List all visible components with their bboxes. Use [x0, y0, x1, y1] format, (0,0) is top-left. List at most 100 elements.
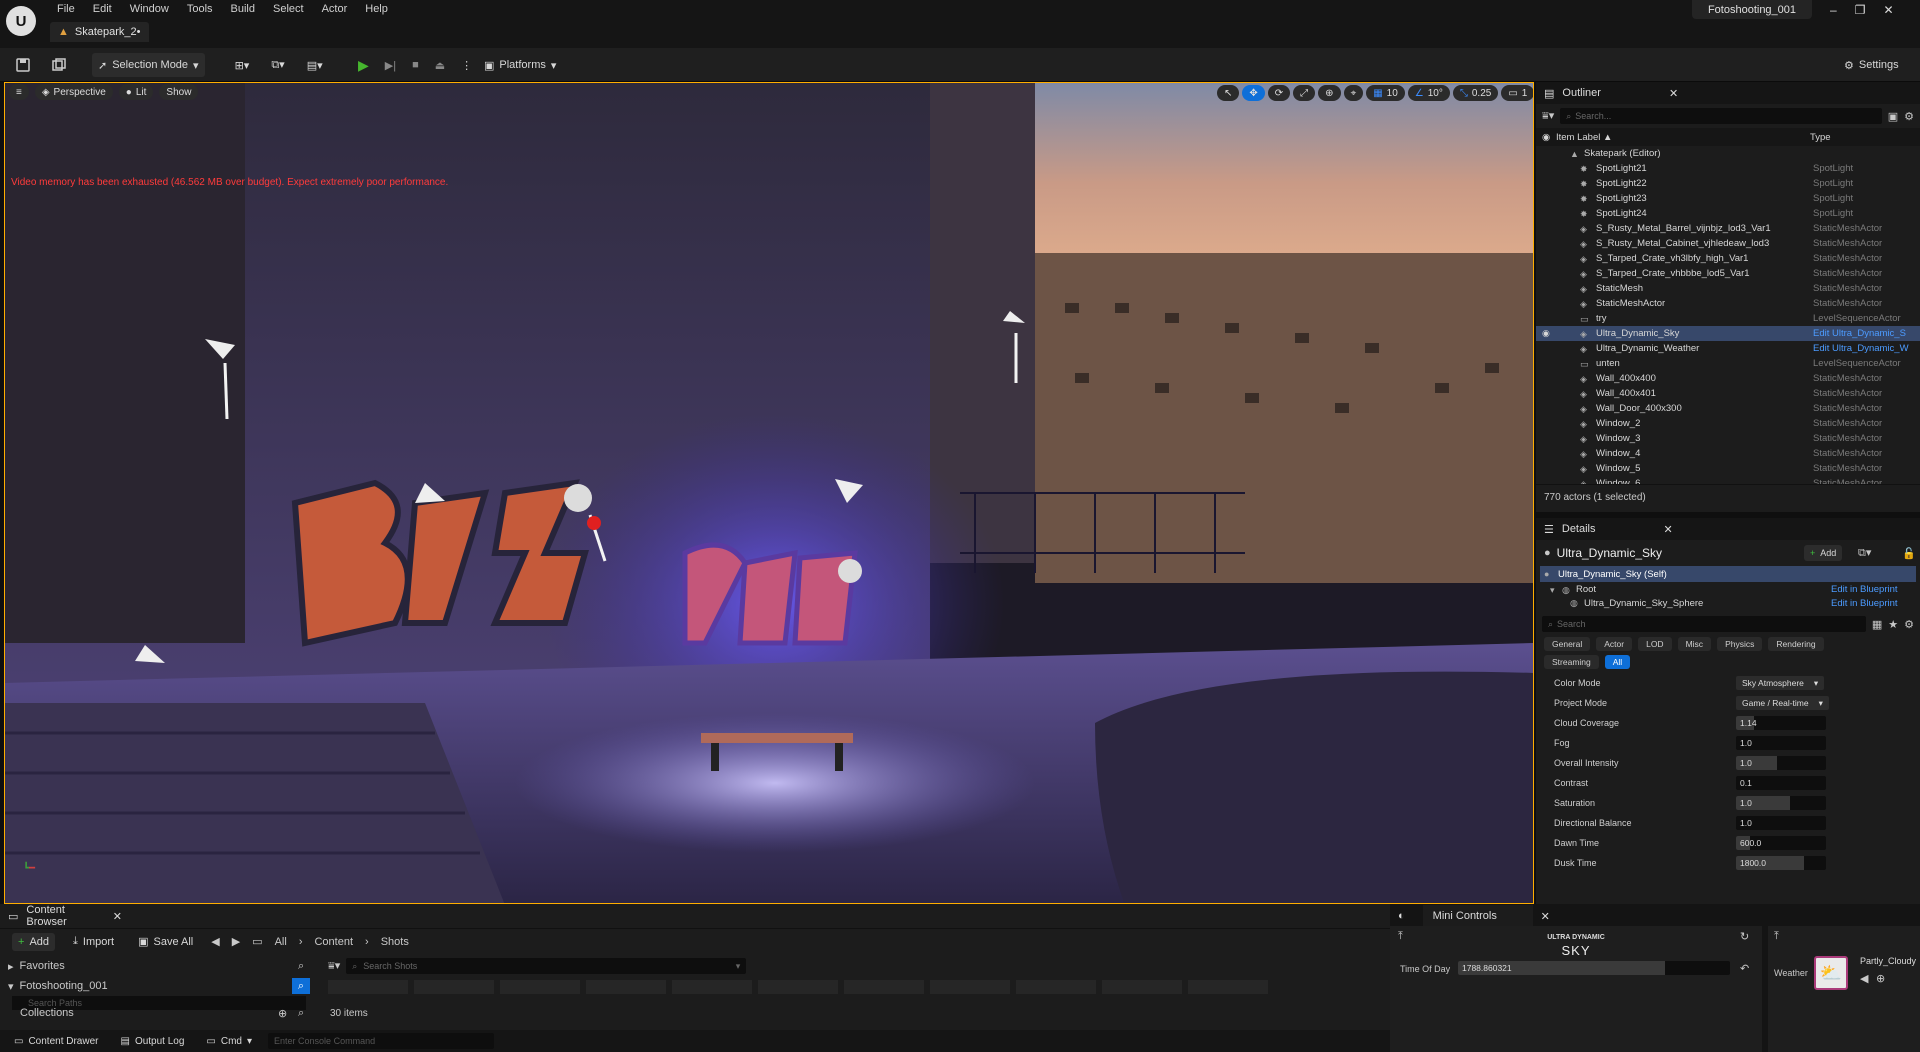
outliner-row[interactable]: ◈ S_Tarped_Crate_vh3lbfy_high_Var1 StaticM… — [1536, 251, 1920, 266]
outliner-row[interactable]: ◈ StaticMeshActor StaticMeshActor — [1536, 296, 1920, 311]
menu-select[interactable]: Select — [264, 3, 313, 15]
visibility-eye-icon[interactable]: ◉ — [1542, 328, 1550, 339]
search-button[interactable]: ⌕ — [292, 978, 310, 994]
close-tab-icon[interactable]: ✕ — [1664, 523, 1673, 536]
outliner-row[interactable]: ◈ S_Rusty_Metal_Barrel_vijnbjz_lod3_Var1 S… — [1536, 221, 1920, 236]
add-collection-icon[interactable]: ⊕ — [278, 1007, 287, 1020]
console-input[interactable]: Enter Console Command — [268, 1033, 495, 1049]
filter-icon[interactable]: ⩸▾ — [1542, 109, 1554, 123]
minimize-button[interactable]: – — [1830, 3, 1837, 17]
component-root-row[interactable]: ▾ ◍ Root Edit in Blueprint — [1536, 582, 1920, 597]
outliner-row[interactable]: ✸ SpotLight24 SpotLight — [1536, 206, 1920, 221]
level-viewport[interactable]: ≡ ◈ Perspective ● Lit Show ↖ ✥ ⟳ ⤢ ⊕ ⌖ ▦… — [4, 82, 1534, 904]
gear-icon[interactable]: ⚙ — [1904, 618, 1914, 631]
outliner-row[interactable]: ▭ unten LevelSequenceActor — [1536, 356, 1920, 371]
world-space-icon[interactable]: ⊕ — [1318, 85, 1341, 101]
select-tool-icon[interactable]: ↖ — [1217, 85, 1240, 101]
outliner-row[interactable]: ◈ Wall_400x401 StaticMeshActor — [1536, 386, 1920, 401]
menu-build[interactable]: Build — [222, 3, 264, 15]
outliner-row[interactable]: ▭ try LevelSequenceActor — [1536, 311, 1920, 326]
asset-tile[interactable] — [844, 980, 924, 994]
chevron-down-icon[interactable]: ▾ — [736, 961, 741, 972]
browse-icon[interactable] — [46, 53, 72, 77]
rotation-snap-button[interactable]: ∠ 10° — [1407, 85, 1450, 101]
reset-icon[interactable]: ↶ — [1740, 962, 1749, 975]
asset-tile[interactable] — [586, 980, 666, 994]
scene-render[interactable] — [5, 83, 1534, 904]
settings-button[interactable]: ⚙ Settings — [1838, 53, 1905, 77]
scale-snap-button[interactable]: ⤡ 0.25 — [1452, 85, 1499, 101]
time-of-day-slider[interactable]: 1788.860321 — [1458, 961, 1730, 975]
more-options-icon[interactable]: ⋮ — [455, 53, 478, 77]
surface-snap-icon[interactable]: ⌖ — [1343, 85, 1364, 101]
blueprint-button[interactable]: ⧉▾ — [265, 53, 290, 77]
outliner-root-row[interactable]: ▲ Skatepark (Editor) — [1536, 146, 1920, 161]
eject-button[interactable]: ⏏ — [429, 53, 451, 77]
selection-mode-dropdown[interactable]: ➚ Selection Mode ▾ — [92, 53, 205, 77]
weather-value[interactable]: Partly_Cloudy — [1860, 956, 1916, 966]
content-browser-tab[interactable]: ▭ Content Browser ✕ — [0, 904, 130, 928]
asset-tile[interactable] — [672, 980, 752, 994]
outliner-tab[interactable]: ▤ Outliner ✕ — [1536, 82, 1920, 104]
breadcrumb-shots[interactable]: Shots — [381, 936, 409, 948]
content-drawer-button[interactable]: ▭ Content Drawer — [8, 1032, 104, 1050]
asset-tile[interactable] — [930, 980, 1010, 994]
cb-search-input[interactable]: ⌕ Search Shots ▾ — [346, 958, 747, 974]
item-label-header[interactable]: Item Label ▲ — [1556, 132, 1612, 143]
outliner-row[interactable]: ◈ StaticMesh StaticMeshActor — [1536, 281, 1920, 296]
outliner-row[interactable]: ◈ Window_2 StaticMeshActor — [1536, 416, 1920, 431]
outliner-row[interactable]: ✸ SpotLight21 SpotLight — [1536, 161, 1920, 176]
stop-button[interactable]: ■ — [406, 53, 425, 77]
pin-icon[interactable]: ⤒ — [1774, 930, 1779, 943]
details-search-input[interactable]: ⌕ Search — [1542, 616, 1866, 632]
maximize-button[interactable]: ❐ — [1855, 3, 1866, 17]
cinematics-button[interactable]: ▤▾ — [301, 53, 329, 77]
viewport-menu-button[interactable]: ≡ — [9, 84, 29, 100]
asset-tile[interactable] — [1188, 980, 1268, 994]
weather-thumbnail[interactable]: ⛅ — [1814, 956, 1848, 990]
outliner-row[interactable]: ◈ Ultra_Dynamic_Weather Edit Ultra_Dynamic… — [1536, 341, 1920, 356]
outliner-search-input[interactable]: ⌕ Search... — [1560, 108, 1882, 124]
close-tab-icon[interactable]: ✕ — [113, 910, 122, 923]
outliner-row-type[interactable]: Edit Ultra_Dynamic_S — [1813, 328, 1906, 339]
property-slider[interactable]: 0.1 — [1736, 776, 1826, 790]
filter-rendering[interactable]: Rendering — [1768, 637, 1824, 651]
search-icon[interactable]: ⌕ — [298, 1007, 304, 1020]
outliner-row[interactable]: ◈ Window_3 StaticMeshActor — [1536, 431, 1920, 446]
show-button[interactable]: Show — [159, 84, 199, 100]
rotate-tool-icon[interactable]: ⟳ — [1267, 85, 1291, 101]
property-slider[interactable]: 1.14 — [1736, 716, 1826, 730]
step-button[interactable]: ▶| — [379, 53, 402, 77]
cb-save-all-button[interactable]: ▣ Save All — [132, 933, 199, 951]
root-edit-blueprint-link[interactable]: Edit in Blueprint — [1831, 584, 1898, 595]
menu-actor[interactable]: Actor — [313, 3, 357, 15]
unreal-logo-icon[interactable]: U — [6, 6, 36, 36]
menu-tools[interactable]: Tools — [178, 3, 222, 15]
component-child-row[interactable]: ◍ Ultra_Dynamic_Sky_Sphere Edit in Bluep… — [1536, 597, 1920, 609]
scale-tool-icon[interactable]: ⤢ — [1293, 85, 1316, 101]
mini-controls-tab-label[interactable]: Mini Controls — [1422, 905, 1533, 927]
output-log-button[interactable]: ▤ Output Log — [114, 1032, 190, 1050]
favorites-row[interactable]: ▸ Favorites ⌕ — [0, 956, 318, 976]
use-selected-icon[interactable]: ◀ — [1860, 972, 1868, 985]
outliner-row[interactable]: ◈ S_Tarped_Crate_vhbbbe_lod5_Var1 StaticMe… — [1536, 266, 1920, 281]
outliner-row-type[interactable]: Edit Ultra_Dynamic_W — [1813, 343, 1909, 354]
menu-edit[interactable]: Edit — [84, 3, 121, 15]
collections-row[interactable]: Collections ⊕ ⌕ — [0, 1006, 318, 1020]
outliner-row[interactable]: ✸ SpotLight22 SpotLight — [1536, 176, 1920, 191]
asset-tile[interactable] — [1102, 980, 1182, 994]
breadcrumb-all[interactable]: All — [275, 936, 287, 948]
asset-tile[interactable] — [758, 980, 838, 994]
camera-speed-button[interactable]: ▭ 1 — [1501, 85, 1533, 101]
cb-import-button[interactable]: ⤓ Import — [67, 933, 120, 951]
gear-icon[interactable]: ⚙ — [1904, 110, 1914, 123]
menu-file[interactable]: File — [48, 3, 84, 15]
property-dropdown[interactable]: Sky Atmosphere ▾ — [1736, 676, 1825, 690]
filter-icon[interactable]: ⩸▾ — [328, 959, 340, 973]
level-tab[interactable]: ▲ Skatepark_2• — [50, 22, 149, 42]
history-forward-icon[interactable]: ▶ — [232, 935, 240, 948]
property-slider[interactable]: 1800.0 — [1736, 856, 1826, 870]
cmd-dropdown[interactable]: ▭ Cmd ▾ — [200, 1032, 258, 1050]
type-header[interactable]: Type — [1810, 132, 1831, 143]
close-button[interactable]: ✕ — [1883, 3, 1893, 17]
